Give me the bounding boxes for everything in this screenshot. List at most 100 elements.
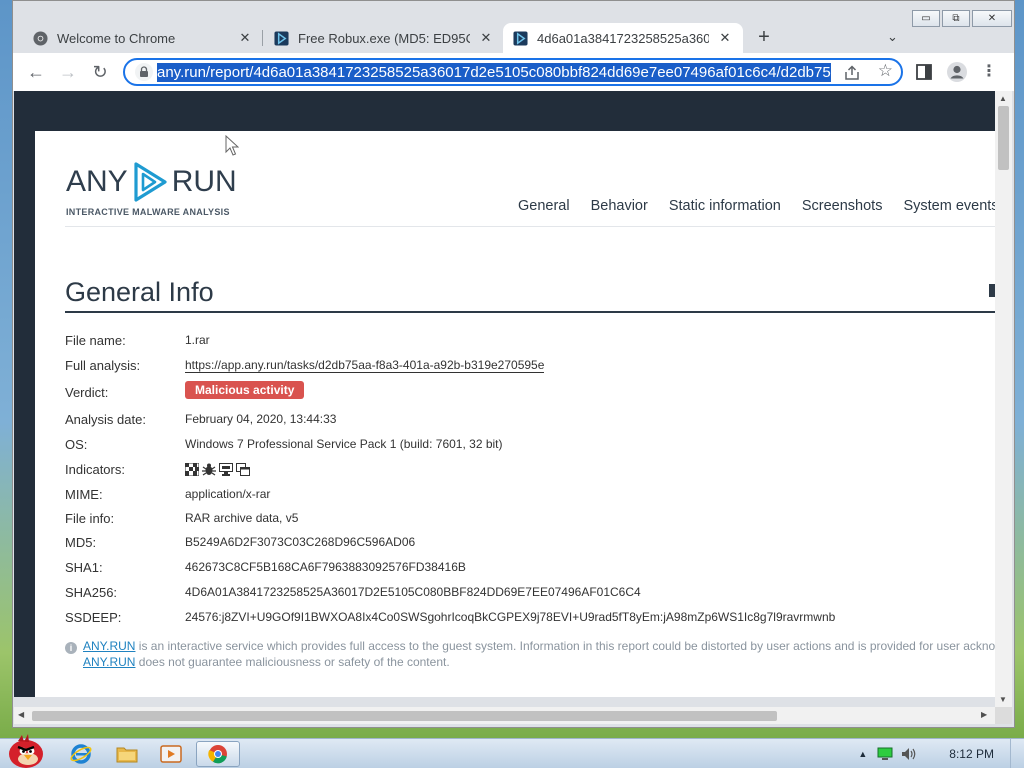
site-info-icon[interactable] (131, 62, 157, 82)
tab-close-icon[interactable]: ✕ (237, 30, 253, 46)
row-ssdeep: SSDEEP: 24576:j8ZVI+U9GOf9I1BWXOA8Ix4Co0… (65, 610, 835, 625)
field-label: Full analysis: (65, 358, 141, 373)
show-desktop-button[interactable] (1010, 739, 1024, 768)
vertical-scroll-thumb[interactable] (998, 106, 1009, 170)
angry-bird-start-icon (9, 734, 43, 768)
checkered-flag-icon[interactable] (185, 463, 199, 476)
taskbar-chrome[interactable] (196, 741, 240, 767)
full-analysis-link[interactable]: https://app.any.run/tasks/d2db75aa-f8a3-… (185, 358, 545, 373)
new-tab-button[interactable]: + (753, 27, 775, 47)
field-label: Indicators: (65, 462, 125, 477)
scrollbar-corner (995, 707, 1012, 724)
play-logo-icon (134, 162, 167, 202)
tab-strip: Welcome to Chrome ✕ Free Robux.exe (MD5:… (13, 23, 1014, 53)
menu-kebab-icon[interactable]: ⋮ (981, 61, 997, 83)
chrome-window: ▭ ⧉ ✕ Welcome to Chrome ✕ Free Robux.exe… (12, 0, 1015, 728)
tab-label: Welcome to Chrome (57, 30, 176, 46)
report-nav: General Behavior Static information Scre… (518, 198, 995, 214)
vertical-scrollbar[interactable]: ▲ ▼ (995, 91, 1012, 707)
logo-subtitle: INTERACTIVE MALWARE ANALYSIS (66, 207, 230, 217)
row-file-info: File info: RAR archive data, v5 (65, 511, 298, 526)
horizontal-scrollbar[interactable]: ◀ ▶ (14, 707, 995, 724)
row-md5: MD5: B5249A6D2F3073C03C268D96C596AD06 (65, 535, 415, 550)
sha256-value: 4D6A01A3841723258525A36017D2E5105C080BBF… (185, 585, 641, 599)
clock[interactable]: 8:12 PM (949, 747, 994, 761)
mouse-cursor-icon (225, 135, 239, 156)
taskbar-ie[interactable] (62, 741, 100, 767)
anyrun-logo[interactable]: ANY RUN INTERACTIVE MALWARE ANALYSIS (66, 161, 237, 217)
taskbar-media-player[interactable] (152, 741, 190, 767)
nav-static-information[interactable]: Static information (669, 198, 781, 214)
field-label: SHA1: (65, 560, 103, 575)
row-indicators: Indicators: (65, 462, 250, 477)
taskbar: ▲ 8:12 PM (0, 734, 1024, 768)
folder-icon (116, 747, 138, 763)
disclaimer-line-2: does not guarantee maliciousness or safe… (135, 655, 450, 669)
field-label: File info: (65, 511, 115, 526)
tab-label: Free Robux.exe (MD5: ED95C1 (298, 30, 470, 46)
network-screen-icon[interactable] (219, 463, 233, 476)
anyrun-link[interactable]: ANY.RUN (83, 639, 135, 653)
tab-report[interactable]: 4d6a01a3841723258525a3601 ✕ (503, 23, 743, 53)
file-name-value: 1.rar (185, 333, 210, 347)
chrome-icon (208, 745, 227, 764)
section-title: General Info (65, 277, 214, 307)
tab-search-chevron-icon[interactable]: ⌄ (887, 29, 898, 45)
horizontal-scroll-thumb[interactable] (32, 711, 777, 721)
volume-icon[interactable] (901, 747, 917, 761)
bookmark-star-icon[interactable]: ☆ (878, 61, 893, 81)
field-label: File name: (65, 333, 126, 348)
nav-divider (65, 226, 995, 227)
bug-icon[interactable] (202, 463, 216, 476)
info-icon: i (65, 642, 77, 654)
field-label: Verdict: (65, 385, 109, 400)
system-tray: ▲ 8:12 PM (858, 739, 1024, 768)
share-icon[interactable] (843, 64, 861, 82)
row-sha1: SHA1: 462673C8CF5B168CA6F7963883092576FD… (65, 560, 466, 575)
scroll-down-arrow-icon[interactable]: ▼ (999, 695, 1007, 704)
back-arrow-icon[interactable]: ← (25, 61, 47, 83)
row-full-analysis: Full analysis: https://app.any.run/tasks… (65, 358, 545, 373)
tab-welcome[interactable]: Welcome to Chrome ✕ (23, 23, 263, 53)
tab-close-icon[interactable]: ✕ (717, 30, 733, 46)
chrome-icon (33, 30, 48, 46)
analysis-date-value: February 04, 2020, 13:44:33 (185, 412, 337, 426)
md5-value: B5249A6D2F3073C03C268D96C596AD06 (185, 535, 416, 549)
nav-screenshots[interactable]: Screenshots (802, 198, 883, 214)
field-label: OS: (65, 437, 88, 452)
profile-avatar-icon[interactable] (946, 61, 968, 83)
report-page: ANY RUN INTERACTIVE MALWARE ANALYSIS Gen… (35, 131, 995, 697)
anyrun-icon (513, 30, 528, 46)
reload-icon[interactable]: ↻ (89, 61, 111, 83)
scroll-right-arrow-icon[interactable]: ▶ (981, 710, 987, 719)
field-label: SHA256: (65, 585, 118, 600)
disclaimer-line-1: is an interactive service which provides… (135, 639, 995, 653)
field-label: MIME: (65, 487, 103, 502)
network-icon[interactable] (877, 747, 893, 761)
taskbar-explorer[interactable] (108, 741, 146, 767)
scroll-up-arrow-icon[interactable]: ▲ (999, 94, 1007, 103)
tab-free-robux[interactable]: Free Robux.exe (MD5: ED95C1 ✕ (264, 23, 504, 53)
disclaimer-note: i ANY.RUN is an interactive service which… (65, 639, 995, 669)
address-bar[interactable]: any.run/report/4d6a01a3841723258525a3601… (123, 58, 903, 86)
anyrun-link[interactable]: ANY.RUN (83, 655, 135, 669)
forward-arrow-icon[interactable]: → (57, 61, 79, 83)
tab-close-icon[interactable]: ✕ (478, 30, 494, 46)
row-verdict: Verdict: Malicious activity (65, 381, 305, 400)
nav-behavior[interactable]: Behavior (591, 198, 648, 214)
nav-system-events[interactable]: System events (903, 198, 995, 214)
url-text[interactable]: any.run/report/4d6a01a3841723258525a3601… (157, 62, 831, 82)
row-file-name: File name: 1.rar (65, 333, 210, 348)
sha1-value: 462673C8CF5B168CA6F7963883092576FD38416B (185, 560, 466, 574)
row-analysis-date: Analysis date: February 04, 2020, 13:44:… (65, 412, 336, 427)
internet-explorer-icon (70, 744, 92, 764)
row-mime: MIME: application/x-rar (65, 487, 270, 502)
side-panel-icon[interactable] (915, 61, 933, 83)
logo-text-run: RUN (171, 165, 237, 198)
indicator-icons (185, 462, 250, 477)
tray-expand-icon[interactable]: ▲ (858, 749, 867, 759)
scroll-left-arrow-icon[interactable]: ◀ (18, 710, 24, 719)
start-button[interactable] (4, 733, 48, 768)
windows-stack-icon[interactable] (236, 463, 250, 476)
nav-general[interactable]: General (518, 198, 570, 214)
